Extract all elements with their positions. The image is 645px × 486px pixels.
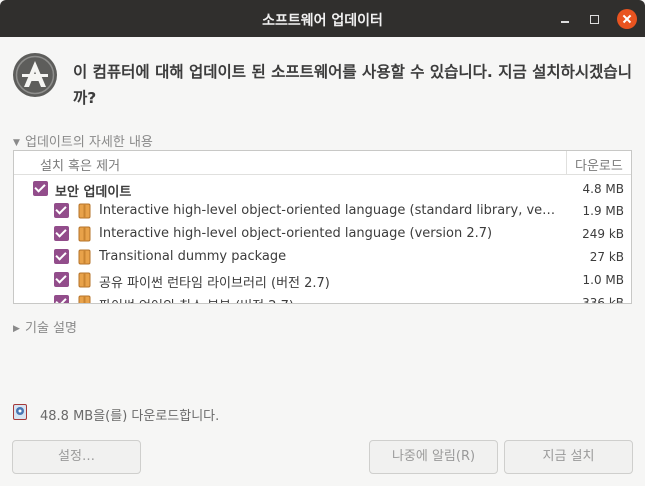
details-expander-label: 업데이트의 자세한 내용 (25, 135, 153, 150)
group-checkbox[interactable] (33, 181, 48, 196)
download-summary-icon (13, 404, 27, 420)
item-label: 파이썬 언어의 최소 부분 (버전 2.7) (99, 295, 569, 303)
column-header-install[interactable]: 설치 혹은 제거 (40, 155, 120, 174)
item-label: Interactive high-level object-oriented l… (99, 226, 493, 241)
update-item[interactable]: Transitional dummy package 27 kB (14, 246, 631, 269)
package-icon (78, 295, 91, 303)
item-size: 336 kB (582, 296, 624, 304)
item-label: 공유 파이썬 런타임 라이브러리 (버전 2.7) (99, 276, 330, 291)
item-checkbox[interactable] (54, 203, 69, 218)
package-icon (78, 272, 91, 288)
window-title: 소프트웨어 업데이터 (262, 13, 383, 29)
software-updater-icon (13, 53, 57, 97)
collapsed-triangle-icon: ▶ (13, 324, 20, 334)
technical-expander-label: 기술 설명 (25, 321, 77, 336)
update-list[interactable]: 설치 혹은 제거 다운로드 보안 업데이트 4.8 MB Interactive… (13, 150, 632, 304)
item-checkbox[interactable] (54, 249, 69, 264)
update-item[interactable]: Interactive high-level object-oriented l… (14, 200, 631, 223)
update-item[interactable]: 파이썬 언어의 최소 부분 (버전 2.7) 336 kB (14, 292, 631, 304)
item-size: 1.9 MB (582, 204, 624, 218)
list-header: 설치 혹은 제거 다운로드 (14, 151, 631, 175)
update-available-message: 이 컴퓨터에 대해 업데이트 된 소프트웨어를 사용할 수 있습니다. 지금 설… (73, 63, 632, 107)
item-checkbox[interactable] (54, 272, 69, 287)
item-size: 249 kB (582, 227, 624, 241)
title-bar: 소프트웨어 업데이터 (0, 0, 645, 37)
package-icon (78, 203, 91, 219)
minimize-button[interactable] (555, 9, 575, 29)
close-button[interactable] (617, 9, 637, 29)
update-group-security[interactable]: 보안 업데이트 4.8 MB (14, 178, 631, 201)
column-header-download[interactable]: 다운로드 (566, 151, 630, 175)
technical-description-expander[interactable]: ▶ 기술 설명 (13, 317, 77, 336)
download-size-summary: 48.8 MB을(를) 다운로드합니다. (40, 409, 220, 424)
remind-later-button[interactable]: 나중에 알림(R) (369, 440, 498, 474)
update-item[interactable]: 공유 파이썬 런타임 라이브러리 (버전 2.7) 1.0 MB (14, 269, 631, 292)
item-checkbox[interactable] (54, 295, 69, 303)
details-expander[interactable]: ▼ 업데이트의 자세한 내용 (13, 131, 153, 150)
settings-button[interactable]: 설정… (12, 440, 141, 474)
expanded-triangle-icon: ▼ (13, 138, 20, 148)
update-item[interactable]: Interactive high-level object-oriented l… (14, 223, 631, 246)
package-icon (78, 226, 91, 242)
group-size: 4.8 MB (582, 182, 624, 196)
item-size: 27 kB (589, 250, 624, 264)
item-size: 1.0 MB (582, 273, 624, 287)
item-checkbox[interactable] (54, 226, 69, 241)
maximize-button[interactable] (584, 9, 604, 29)
install-now-button[interactable]: 지금 설치 (504, 440, 633, 474)
package-icon (78, 249, 91, 265)
group-label: 보안 업데이트 (55, 185, 132, 200)
item-label: Interactive high-level object-oriented l… (99, 203, 556, 218)
item-label: Transitional dummy package (99, 249, 287, 264)
